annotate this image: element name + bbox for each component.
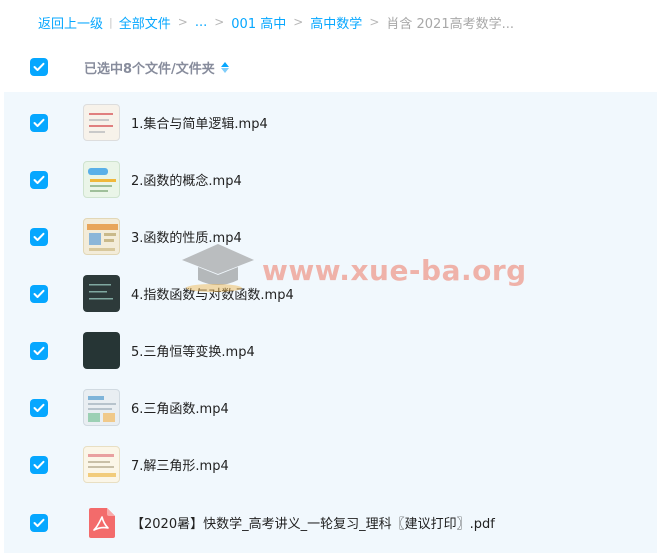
back-link[interactable]: 返回上一级 [38,13,103,32]
file-name[interactable]: 5.三角恒等变换.mp4 [131,341,255,360]
row-checkbox[interactable] [30,113,48,132]
list-header: 已选中8个文件/文件夹 [0,44,657,90]
check-icon [33,518,45,527]
row-checkbox[interactable] [30,513,48,532]
file-list: 1.集合与简单逻辑.mp4 2.函数的概念.mp4 3.函数的性质.mp4 4.… [4,92,657,553]
file-name[interactable]: 3.函数的性质.mp4 [131,227,242,246]
row-checkbox[interactable] [30,455,48,474]
check-icon [33,232,45,241]
breadcrumb-divider: | [109,15,113,29]
row-checkbox[interactable] [30,170,48,189]
breadcrumb-level2-link[interactable]: 高中数学 [310,13,362,32]
video-thumbnail [83,389,120,426]
file-row[interactable]: 6.三角函数.mp4 [4,379,657,436]
ellipsis-link[interactable]: ... [195,15,207,30]
pdf-file-icon [89,507,115,538]
file-row[interactable]: 5.三角恒等变换.mp4 [4,322,657,379]
video-thumbnail [83,332,120,369]
file-name[interactable]: 4.指数函数与对数函数.mp4 [131,284,294,303]
file-name[interactable]: 6.三角函数.mp4 [131,398,229,417]
chevron-right-icon: > [369,15,380,29]
select-all-checkbox[interactable] [30,58,48,76]
video-thumbnail [83,446,120,483]
file-name[interactable]: 7.解三角形.mp4 [131,455,229,474]
chevron-right-icon: > [293,15,304,29]
check-icon [33,62,45,71]
row-checkbox[interactable] [30,227,48,246]
breadcrumb: 返回上一级 | 全部文件 > ... > 001 高中 > 高中数学 > 肖含 … [0,0,657,44]
selected-count-label: 已选中8个文件/文件夹 [84,58,229,77]
row-checkbox[interactable] [30,284,48,303]
sort-down-icon [220,67,229,73]
file-name[interactable]: 2.函数的概念.mp4 [131,170,242,189]
video-thumbnail [83,275,120,312]
row-checkbox[interactable] [30,341,48,360]
chevron-right-icon: > [177,15,188,29]
chevron-right-icon: > [214,15,225,29]
check-icon [33,460,45,469]
file-row[interactable]: 7.解三角形.mp4 [4,436,657,493]
file-row[interactable]: 4.指数函数与对数函数.mp4 [4,265,657,322]
file-name[interactable]: 1.集合与简单逻辑.mp4 [131,113,268,132]
check-icon [33,289,45,298]
row-checkbox[interactable] [30,398,48,417]
video-thumbnail [83,218,120,255]
sort-icon[interactable] [220,61,229,73]
video-thumbnail [83,161,120,198]
check-icon [33,175,45,184]
selected-count-text: 已选中8个文件/文件夹 [84,61,215,77]
check-icon [33,346,45,355]
breadcrumb-current: 肖含 2021高考数学... [386,16,514,32]
file-row[interactable]: 3.函数的性质.mp4 [4,208,657,265]
file-row[interactable]: 【2020暑】快数学_高考讲义_一轮复习_理科〖建议打印〗.pdf [4,494,657,551]
check-icon [33,118,45,127]
file-row[interactable]: 2.函数的概念.mp4 [4,151,657,208]
file-row[interactable]: 1.集合与简单逻辑.mp4 [4,94,657,151]
file-name[interactable]: 【2020暑】快数学_高考讲义_一轮复习_理科〖建议打印〗.pdf [131,513,495,532]
sort-up-icon [220,61,229,67]
check-icon [33,403,45,412]
all-files-link[interactable]: 全部文件 [119,13,171,32]
breadcrumb-level1-link[interactable]: 001 高中 [231,13,286,32]
video-thumbnail [83,104,120,141]
